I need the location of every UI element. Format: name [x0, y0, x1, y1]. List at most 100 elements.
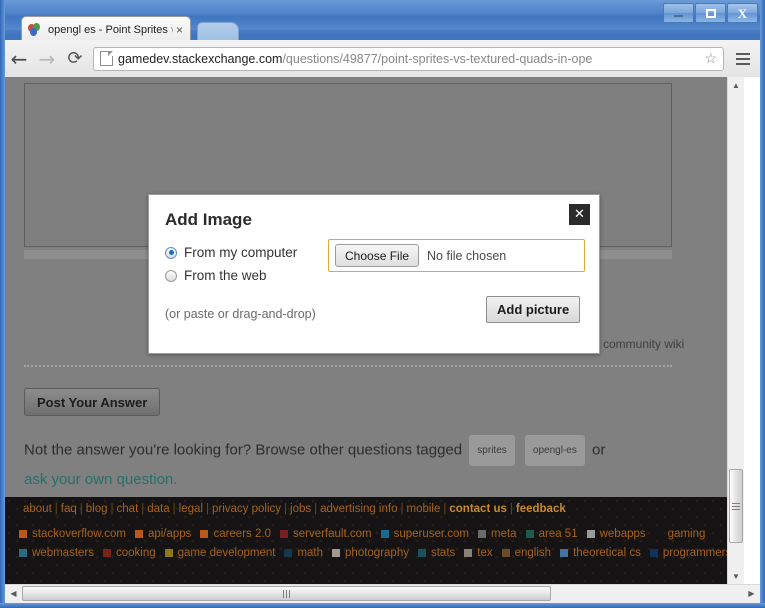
footer-separator: |: [284, 503, 288, 515]
browser-menu-button[interactable]: [730, 46, 756, 72]
radio-from-my-computer-label: From my computer: [184, 245, 298, 260]
vertical-scrollbar-thumb[interactable]: [729, 469, 743, 543]
footer-site-label: gaming: [667, 528, 706, 540]
page-vertical-scrollbar[interactable]: ▲ ▼: [727, 77, 744, 585]
tag-sprites[interactable]: sprites: [469, 435, 515, 466]
page-horizontal-scrollbar[interactable]: ◀ ▶: [5, 584, 760, 603]
footer-separator: |: [54, 503, 58, 515]
site-color-square-icon: [279, 530, 288, 538]
footer-link-legal[interactable]: legal: [179, 503, 203, 515]
window-frame-bottom: [0, 603, 765, 608]
site-color-square-icon: [501, 549, 510, 557]
horizontal-scrollbar-thumb[interactable]: [22, 586, 551, 601]
paste-drag-hint: (or paste or drag-and-drop): [165, 307, 316, 321]
footer-network-row-1: stackoverflow.com api/apps careers 2.0 serv…: [19, 528, 714, 541]
choose-file-button[interactable]: Choose File: [335, 244, 420, 267]
or-text: or: [592, 441, 606, 459]
add-picture-button[interactable]: Add picture: [486, 296, 581, 323]
bookmark-star-icon[interactable]: ☆: [702, 50, 719, 67]
footer-site-programmers[interactable]: programmers: [649, 547, 732, 559]
footer-site-cooking[interactable]: cooking: [103, 547, 156, 559]
footer-site-game-development[interactable]: game development: [164, 547, 275, 559]
footer-separator: |: [509, 503, 513, 515]
footer-site-label: stackoverflow.com: [32, 528, 126, 540]
footer-link-privacy-policy[interactable]: privacy policy: [212, 503, 281, 515]
footer-site-careers-2-0[interactable]: careers 2.0: [200, 528, 271, 540]
footer-link-jobs[interactable]: jobs: [290, 503, 311, 515]
footer-separator: |: [205, 503, 209, 515]
radio-unselected-icon: [165, 269, 177, 282]
site-color-square-icon: [649, 549, 658, 557]
add-image-dialog: Add Image ✕ From my computer From the we…: [148, 194, 600, 354]
footer-link-advertising-info[interactable]: advertising info: [320, 503, 397, 515]
site-footer: about | faq | blog | chat | data | legal | privacy p…: [5, 497, 744, 585]
site-color-square-icon: [417, 549, 426, 557]
scroll-up-arrow[interactable]: ▲: [728, 77, 744, 94]
forward-button[interactable]: →: [33, 45, 61, 73]
footer-site-math[interactable]: math: [284, 547, 323, 559]
footer-site-meta[interactable]: meta: [478, 528, 517, 540]
window-frame-left: [0, 0, 5, 608]
footer-site-serverfault-com[interactable]: serverfault.com: [279, 528, 372, 540]
footer-separator: |: [172, 503, 176, 515]
site-color-square-icon: [586, 530, 595, 538]
footer-site-webapps[interactable]: webapps: [586, 528, 646, 540]
site-color-square-icon: [134, 530, 143, 538]
footer-site-stackoverflow-com[interactable]: stackoverflow.com: [19, 528, 126, 540]
footer-site-superuser-com[interactable]: superuser.com: [380, 528, 470, 540]
tag-opengl-es[interactable]: opengl-es: [524, 435, 585, 466]
footer-site-tex[interactable]: tex: [464, 547, 493, 559]
tab-title-text: opengl es - Point Sprites: [48, 23, 168, 36]
footer-site-label: meta: [491, 528, 517, 540]
footer-site-label: serverfault.com: [292, 528, 372, 540]
url-text: gamedev.stackexchange.com/questions/4987…: [118, 52, 702, 66]
footer-site-label: english: [514, 547, 552, 559]
footer-site-label: tex: [477, 547, 493, 559]
close-dialog-button[interactable]: ✕: [569, 204, 590, 225]
post-your-answer-button[interactable]: Post Your Answer: [24, 388, 161, 416]
scroll-right-arrow[interactable]: ▶: [743, 585, 760, 602]
back-button[interactable]: ←: [5, 45, 33, 73]
footer-link-faq[interactable]: faq: [61, 503, 77, 515]
footer-link-mobile[interactable]: mobile: [406, 503, 440, 515]
radio-from-my-computer[interactable]: From my computer: [165, 245, 297, 260]
stack-exchange-balloons-icon: [28, 22, 44, 37]
community-wiki-label: community wiki: [603, 337, 685, 351]
footer-link-chat[interactable]: chat: [117, 503, 139, 515]
footer-site-theoretical-cs[interactable]: theoretical cs: [560, 547, 641, 559]
reload-button[interactable]: ⟳: [61, 45, 89, 73]
hamburger-icon-line: [736, 62, 750, 65]
file-upload-field[interactable]: Choose File No file chosen: [328, 239, 585, 272]
footer-site-label: superuser.com: [393, 528, 470, 540]
footer-site-api-apps[interactable]: api/apps: [134, 528, 191, 540]
dialog-title: Add Image: [165, 210, 252, 229]
footer-site-label: programmers: [662, 547, 732, 559]
footer-site-english[interactable]: english: [501, 547, 552, 559]
ask-your-own-question-link[interactable]: ask your own question.: [24, 471, 177, 488]
close-tab-icon[interactable]: ×: [173, 23, 186, 37]
footer-link-blog[interactable]: blog: [86, 503, 108, 515]
footer-separator: |: [314, 503, 318, 515]
footer-site-stats[interactable]: stats: [417, 547, 455, 559]
footer-link-feedback[interactable]: feedback: [516, 503, 566, 515]
footer-site-webmasters[interactable]: webmasters: [19, 547, 94, 559]
browser-tab[interactable]: opengl es - Point Sprites v ×: [21, 16, 191, 42]
site-color-square-icon: [19, 530, 27, 538]
footer-site-photography[interactable]: photography: [332, 547, 409, 559]
scroll-left-arrow[interactable]: ◀: [5, 585, 22, 602]
site-color-square-icon: [103, 549, 111, 557]
site-color-square-icon: [525, 530, 534, 538]
address-bar[interactable]: gamedev.stackexchange.com/questions/4987…: [93, 46, 724, 71]
forward-arrow-icon: →: [38, 46, 56, 71]
radio-from-the-web[interactable]: From the web: [165, 268, 267, 283]
scroll-down-arrow[interactable]: ▼: [728, 568, 744, 585]
footer-site-label: cooking: [116, 547, 156, 559]
footer-link-about[interactable]: about: [23, 503, 52, 515]
footer-site-area-51[interactable]: area 51: [525, 528, 578, 540]
footer-link-data[interactable]: data: [147, 503, 169, 515]
footer-separator: |: [110, 503, 114, 515]
footer-site-label: webapps: [599, 528, 646, 540]
footer-link-contact-us[interactable]: contact us: [449, 503, 507, 515]
footer-network-row-2: webmasters cooking game development math pho…: [19, 547, 740, 560]
footer-site-gaming[interactable]: gaming: [655, 528, 706, 540]
